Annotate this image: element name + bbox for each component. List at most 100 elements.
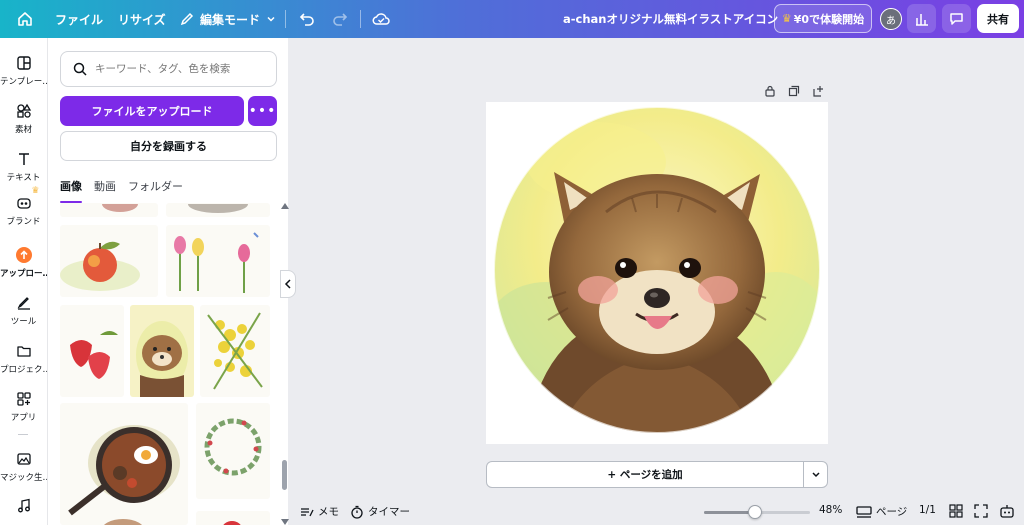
rail-label: アップロー… — [0, 269, 47, 279]
red-panda-illustration[interactable] — [486, 102, 828, 444]
rail-label: ツール — [10, 317, 37, 327]
top-toolbar: ファイル リサイズ 編集モード a-chanオリジナル無料イラストアイコン ♛ … — [0, 0, 1024, 38]
rail-item-tools[interactable]: ツール — [0, 292, 47, 327]
rail-label: 素材 — [14, 125, 32, 135]
bar-chart-icon — [915, 13, 928, 26]
share-button[interactable]: 共有 — [977, 4, 1019, 33]
lock-icon[interactable] — [763, 84, 777, 98]
avatar[interactable]: あ — [880, 8, 902, 30]
timer-button[interactable]: タイマー — [350, 504, 410, 519]
rail-item-elements[interactable]: 素材 — [0, 100, 47, 135]
tab-folders[interactable]: フォルダー — [128, 178, 183, 202]
add-page-icon[interactable] — [811, 84, 825, 98]
rail-item-brand[interactable]: ♛ ブランド — [0, 186, 47, 227]
rail-item-text[interactable]: テキスト — [0, 148, 47, 183]
cloud-saved-icon[interactable] — [372, 0, 390, 38]
crown-icon: ♛ — [781, 12, 792, 25]
redo-icon[interactable] — [331, 0, 349, 38]
folder-icon — [12, 340, 36, 362]
duplicate-icon[interactable] — [787, 84, 801, 98]
rail-item-audio[interactable] — [0, 495, 47, 517]
image-thumbnail[interactable] — [88, 511, 158, 525]
record-yourself-button[interactable]: 自分を録画する — [60, 131, 277, 161]
rail-item-apps[interactable]: アプリ — [0, 388, 47, 423]
search-icon — [73, 62, 87, 76]
image-thumbnail[interactable] — [166, 203, 270, 217]
image-thumbnail[interactable] — [130, 305, 194, 397]
audio-icon — [12, 495, 36, 517]
image-thumbnail[interactable] — [60, 203, 158, 217]
image-thumbnail[interactable] — [196, 511, 270, 525]
elements-icon — [12, 100, 36, 122]
rail-label: マジック生… — [0, 473, 47, 483]
add-page-dropdown[interactable] — [804, 461, 828, 488]
rail-item-projects[interactable]: プロジェク… — [0, 340, 47, 375]
page-count: 1/1 — [919, 504, 936, 516]
rail-item-uploads[interactable]: アップロー… — [0, 244, 47, 279]
crown-icon: ♛ — [31, 186, 40, 196]
assistant-icon[interactable] — [999, 504, 1015, 520]
draw-tool-icon — [12, 292, 36, 314]
image-thumbnail[interactable] — [60, 305, 124, 397]
upload-cloud-icon — [12, 244, 36, 266]
tab-images[interactable]: 画像 — [60, 178, 82, 203]
resize-menu[interactable]: リサイズ — [118, 0, 166, 38]
toolbar-divider — [285, 10, 286, 28]
free-trial-button[interactable]: ♛ ¥0で体験開始 — [774, 4, 872, 33]
insights-button[interactable] — [907, 4, 936, 33]
timer-icon — [351, 505, 363, 519]
edit-mode-label: 編集モード — [200, 12, 261, 27]
comment-icon — [950, 13, 963, 25]
zoom-level[interactable]: 48% — [819, 504, 842, 516]
zoom-slider[interactable] — [704, 505, 810, 519]
image-thumbnail[interactable] — [60, 225, 158, 297]
zoom-slider-knob[interactable] — [748, 505, 762, 519]
panel-scrollbar[interactable] — [281, 203, 289, 525]
image-thumbnail[interactable] — [60, 403, 188, 525]
chevron-down-icon — [811, 471, 820, 477]
toolbar-divider — [360, 10, 361, 28]
notes-button[interactable]: メモ — [300, 504, 339, 519]
grid-view-icon[interactable] — [949, 504, 963, 518]
rail-label: テンプレー… — [0, 77, 47, 87]
magic-media-icon — [12, 448, 36, 470]
image-thumbnail[interactable] — [200, 305, 270, 397]
rail-item-templates[interactable]: テンプレー… — [0, 52, 47, 87]
chevron-down-icon — [267, 16, 275, 22]
pencil-icon — [180, 12, 194, 26]
template-icon — [12, 52, 36, 74]
chevron-left-icon — [284, 279, 291, 289]
image-thumbnail[interactable] — [196, 403, 270, 499]
timer-label: タイマー — [368, 506, 410, 518]
brand-icon: ♛ — [12, 186, 40, 214]
comments-button[interactable] — [942, 4, 971, 33]
image-thumbnail[interactable] — [166, 225, 270, 297]
upload-file-button[interactable]: ファイルをアップロード — [60, 96, 244, 126]
add-page-button[interactable]: + ページを追加 — [486, 461, 804, 488]
design-canvas[interactable] — [486, 102, 828, 444]
home-icon[interactable] — [15, 0, 35, 38]
rail-label: テキスト — [6, 173, 41, 183]
media-tabs: 画像 動画 フォルダー — [60, 178, 183, 203]
undo-icon[interactable] — [298, 0, 316, 38]
uploads-panel: ファイルをアップロード ••• 自分を録画する 画像 動画 フォルダー — [47, 38, 289, 525]
search-input[interactable] — [95, 63, 265, 75]
edit-mode-dropdown[interactable]: 編集モード — [180, 0, 276, 38]
file-menu[interactable]: ファイル — [55, 0, 103, 38]
scroll-up-icon[interactable] — [281, 203, 289, 209]
more-options-button[interactable]: ••• — [248, 96, 277, 126]
apps-icon — [12, 388, 36, 410]
pages-label: ページ — [876, 506, 908, 518]
pages-button[interactable]: ページ — [856, 504, 907, 519]
search-box[interactable] — [60, 51, 277, 87]
scrollbar-thumb[interactable] — [282, 460, 287, 490]
side-rail: テンプレー… 素材 テキスト ♛ ブランド アップロー… ツール プロジェク… … — [0, 38, 47, 525]
fullscreen-icon[interactable] — [974, 504, 988, 518]
rail-item-magic-media[interactable]: マジック生… — [0, 448, 47, 483]
pages-icon — [856, 505, 872, 518]
text-icon — [12, 148, 36, 170]
document-title[interactable]: a-chanオリジナル無料イラストアイコン — [563, 0, 778, 38]
tab-videos[interactable]: 動画 — [94, 178, 116, 202]
rail-label: ブランド — [6, 217, 41, 227]
collapse-panel-button[interactable] — [280, 270, 296, 298]
